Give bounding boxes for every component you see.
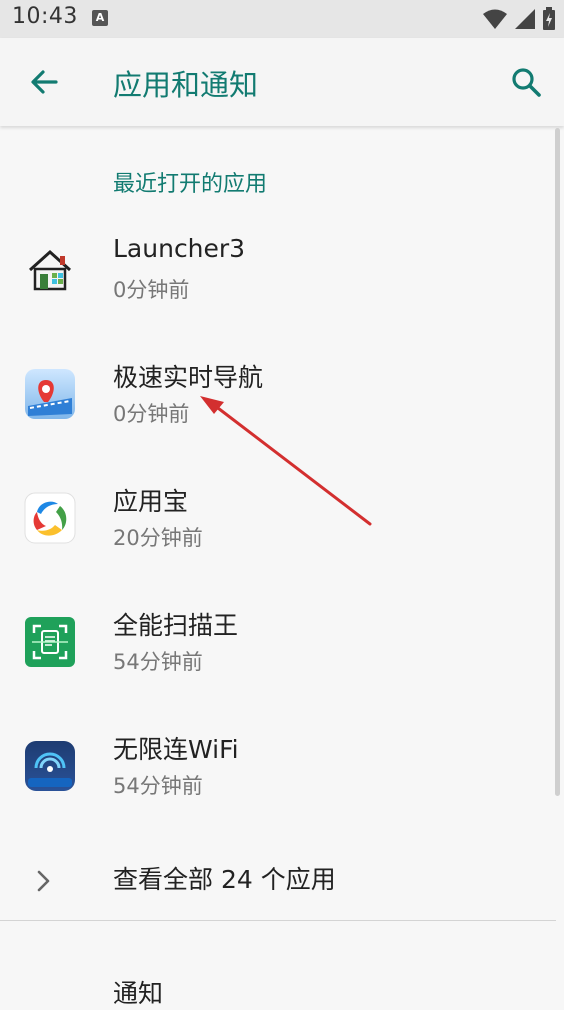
- status-time: 10:43: [12, 4, 78, 29]
- notifications-item[interactable]: 通知: [113, 974, 163, 1010]
- scanner-icon: [24, 616, 76, 668]
- list-item-wifi-app[interactable]: 无限连WiFi 54分钟前: [0, 704, 556, 828]
- cell-signal-icon: [515, 9, 535, 29]
- app-last-opened: 54分钟前: [113, 774, 203, 798]
- section-header-recent-apps: 最近打开的应用: [113, 172, 268, 197]
- page-title: 应用和通知: [113, 68, 259, 102]
- app-name: 极速实时导航: [113, 363, 264, 392]
- scrollbar[interactable]: [555, 128, 560, 796]
- app-last-opened: 20分钟前: [113, 526, 203, 550]
- list-item-launcher3[interactable]: Launcher3 0分钟前: [0, 208, 556, 332]
- app-store-icon: [24, 492, 76, 544]
- see-all-apps-label: 查看全部 24 个应用: [113, 865, 336, 894]
- arrow-back-icon: [31, 70, 58, 94]
- chevron-right-icon: [37, 870, 50, 892]
- wifi-app-icon: [24, 740, 76, 792]
- battery-icon: [543, 7, 555, 30]
- back-button[interactable]: [26, 64, 62, 100]
- app-last-opened: 0分钟前: [113, 402, 190, 426]
- list-item-app-store[interactable]: 应用宝 20分钟前: [0, 456, 556, 580]
- app-name: Launcher3: [113, 234, 246, 263]
- divider: [0, 920, 556, 921]
- app-name: 应用宝: [113, 487, 189, 516]
- search-icon: [512, 68, 541, 97]
- status-icons: [482, 7, 556, 31]
- navigation-map-icon: [24, 368, 76, 420]
- see-all-apps-item[interactable]: 查看全部 24 个应用: [0, 844, 556, 920]
- list-item-scanner-app[interactable]: 全能扫描王 54分钟前: [0, 580, 556, 704]
- status-bar: 10:43 A: [0, 0, 564, 38]
- list-item-navigation-app[interactable]: 极速实时导航 0分钟前: [0, 332, 556, 456]
- wifi-signal-icon: [483, 9, 507, 29]
- house-icon: [24, 244, 76, 296]
- app-name: 无限连WiFi: [113, 735, 239, 764]
- app-last-opened: 54分钟前: [113, 650, 203, 674]
- keyboard-notification-icon: A: [92, 10, 108, 26]
- app-name: 全能扫描王: [113, 611, 239, 640]
- app-last-opened: 0分钟前: [113, 278, 190, 302]
- search-button[interactable]: [508, 64, 544, 100]
- app-bar: 应用和通知: [0, 38, 564, 126]
